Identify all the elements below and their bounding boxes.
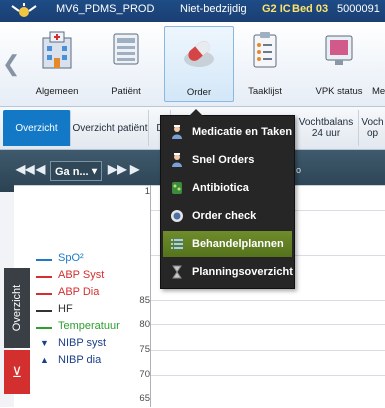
app-name: MV6_PDMS_PROD xyxy=(56,3,155,15)
tool-label: Patiënt xyxy=(111,86,141,97)
tool-more[interactable]: Me xyxy=(372,26,385,100)
unit-label: G2 IC xyxy=(262,3,291,15)
y-tick: 70 xyxy=(139,369,150,380)
monitor-icon xyxy=(325,35,353,65)
bed-label: Bed 03 xyxy=(292,3,329,15)
legend-item-temperatuur: Temperatuur xyxy=(36,320,120,337)
side-tab: Overzicht ⊻ xyxy=(4,268,30,398)
side-tab-label: Overzicht xyxy=(11,284,23,332)
legend-swatch xyxy=(36,293,52,295)
tool-vpk-status[interactable]: VPK status xyxy=(306,26,372,100)
check-badge-icon xyxy=(171,210,183,222)
legend-item-nibp-syst: ▼ NIBP syst xyxy=(36,337,120,354)
tool-order[interactable]: Order xyxy=(164,26,234,102)
rewind-icon[interactable]: ◀◀ xyxy=(16,162,34,176)
tab-overzicht-patient[interactable]: Overzicht patiënt xyxy=(72,110,149,146)
triangle-down-icon: ▼ xyxy=(40,338,49,348)
triangle-up-icon: ▲ xyxy=(40,355,49,365)
tool-patient[interactable]: Patiënt xyxy=(90,26,162,100)
tool-label: Algemeen xyxy=(35,86,79,97)
patient-id: 5000091 xyxy=(337,3,380,15)
clipboard-checklist-icon xyxy=(253,32,277,68)
y-tick: 80 xyxy=(139,319,150,330)
step-forward-icon[interactable]: ▶▶ xyxy=(108,162,126,176)
ribbon-toolbar: ❮ Algemeen Patiënt Order Taaklijst VPK s… xyxy=(0,22,385,107)
menu-item-snel-orders[interactable]: Snel Orders xyxy=(163,147,292,173)
menu-item-medicatie-en-taken[interactable]: Medicatie en Taken xyxy=(163,119,292,145)
pill-icon xyxy=(184,41,214,67)
gridline xyxy=(150,300,385,301)
legend-label: NIBP syst xyxy=(58,337,107,349)
tool-taaklijst[interactable]: Taaklijst xyxy=(236,26,294,100)
legend-label: NIBP dia xyxy=(58,354,102,366)
gridline xyxy=(150,375,385,376)
menu-item-label: Snel Orders xyxy=(192,154,255,166)
menu-item-label: Behandelplannen xyxy=(192,238,284,250)
legend-swatch xyxy=(36,327,52,329)
tool-label: VPK status xyxy=(315,86,363,97)
nurse-icon xyxy=(172,125,182,139)
tool-label: Order xyxy=(186,87,212,98)
menu-item-label: Medicatie en Taken xyxy=(192,126,293,138)
y-axis-line xyxy=(150,185,151,407)
legend-item-abp-syst: ABP Syst xyxy=(36,269,120,286)
tool-algemeen[interactable]: Algemeen xyxy=(26,26,88,100)
title-bar: MV6_PDMS_PROD Niet-bedzijdig G2 IC Bed 0… xyxy=(0,0,385,22)
order-dropdown-menu: Medicatie en Taken Snel Orders Antibioti… xyxy=(160,109,295,289)
legend-label: SpO² xyxy=(58,252,84,264)
y-tick: 65 xyxy=(139,393,150,404)
app-logo-icon xyxy=(11,3,37,17)
side-tab-overzicht[interactable]: Overzicht xyxy=(4,268,30,348)
tool-label: Taaklijst xyxy=(248,86,282,97)
tab-vochtbalans[interactable]: Vochtbalans 24 uur xyxy=(294,110,359,146)
menu-item-label: Planningsoverzicht xyxy=(192,266,293,278)
fast-forward-icon[interactable]: ▶ xyxy=(130,162,139,176)
y-tick: 75 xyxy=(139,344,150,355)
menu-item-label: Order check xyxy=(192,210,257,222)
gridline xyxy=(150,324,385,325)
chart-legend: SpO² ABP Syst ABP Dia HF Temperatuur ▼ NI… xyxy=(36,252,120,371)
legend-swatch xyxy=(36,259,52,261)
step-back-icon[interactable]: ◀ xyxy=(36,162,45,176)
menu-item-behandelplannen[interactable]: Behandelplannen xyxy=(163,231,292,257)
bacteria-icon xyxy=(172,182,182,194)
legend-label: ABP Dia xyxy=(58,286,100,298)
y-tick: 85 xyxy=(139,295,150,306)
menu-item-label: Antibiotica xyxy=(192,182,249,194)
menu-item-order-check[interactable]: Order check xyxy=(163,203,292,229)
menu-item-planningsoverzicht[interactable]: Planningsoverzicht xyxy=(163,259,293,285)
legend-label: ABP Syst xyxy=(58,269,105,281)
go-to-dropdown[interactable]: Ga n... xyxy=(50,161,102,182)
tab-vocht-op[interactable]: Voch op xyxy=(360,110,385,146)
tool-label: Me xyxy=(372,86,385,97)
nurse-icon xyxy=(172,153,182,167)
legend-item-nibp-dia: ▲ NIBP dia xyxy=(36,354,120,371)
legend-swatch xyxy=(36,276,52,278)
patient-bed-icon xyxy=(113,33,139,65)
legend-label: HF xyxy=(58,303,73,315)
hospital-icon xyxy=(42,31,72,69)
legend-item-spo2: SpO² xyxy=(36,252,120,269)
collapse-panel-icon[interactable]: ⊻ xyxy=(4,350,30,394)
gridline xyxy=(150,350,385,351)
list-icon xyxy=(171,239,183,249)
status-text: Niet-bedzijdig xyxy=(180,3,247,15)
legend-item-abp-dia: ABP Dia xyxy=(36,286,120,303)
legend-item-hf: HF xyxy=(36,303,120,320)
timeline-label: o xyxy=(296,165,302,175)
legend-label: Temperatuur xyxy=(58,320,120,332)
legend-swatch xyxy=(36,310,52,312)
tab-overzicht[interactable]: Overzicht xyxy=(3,110,71,146)
y-axis: 1 85 80 75 70 65 xyxy=(139,185,150,407)
chevron-left-icon[interactable]: ❮ xyxy=(2,52,20,76)
y-tick: 1 xyxy=(144,186,150,197)
menu-item-antibiotica[interactable]: Antibiotica xyxy=(163,175,292,201)
hourglass-icon xyxy=(172,265,182,279)
